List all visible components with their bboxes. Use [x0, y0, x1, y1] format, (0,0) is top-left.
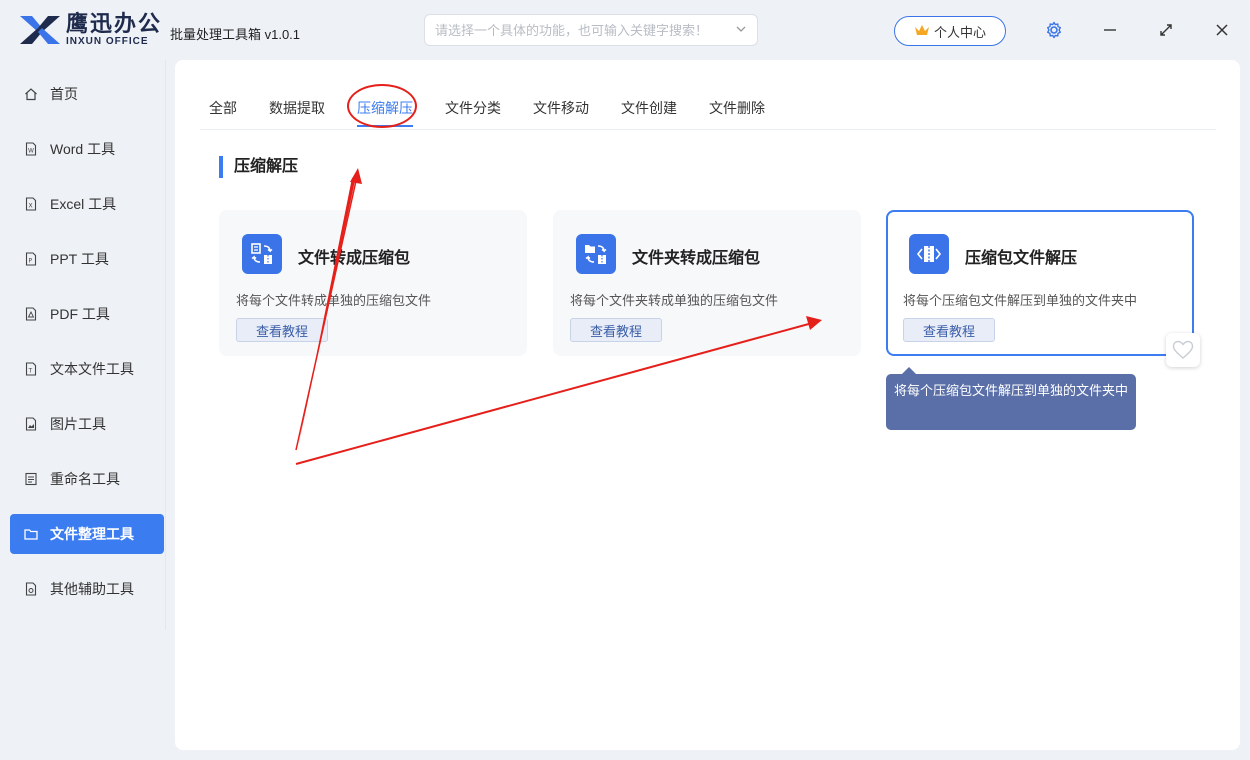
settings-gear-icon[interactable]: [1042, 18, 1066, 42]
user-center-button[interactable]: 个人中心: [894, 16, 1006, 46]
logo-mark-icon: [18, 12, 62, 48]
sidebar-item-label: PPT 工具: [50, 251, 109, 267]
image-file-icon: [24, 417, 38, 431]
card-folder-to-zip[interactable]: 文件夹转成压缩包 将每个文件夹转成单独的压缩包文件 查看教程: [553, 210, 861, 356]
tooltip: 将每个压缩包文件解压到单独的文件夹中: [886, 367, 1136, 430]
sidebar-item-label: 首页: [50, 86, 78, 102]
tab-data-extract[interactable]: 数据提取: [269, 98, 325, 118]
search-input[interactable]: [435, 22, 735, 38]
card-description: 将每个文件夹转成单独的压缩包文件: [570, 293, 779, 308]
view-tutorial-button[interactable]: 查看教程: [236, 318, 328, 342]
card-unzip[interactable]: 压缩包文件解压 将每个压缩包文件解压到单独的文件夹中 查看教程: [886, 210, 1194, 356]
sidebar-item-label: 其他辅助工具: [50, 581, 134, 597]
home-icon: [24, 87, 38, 101]
word-file-icon: W: [24, 142, 38, 156]
sidebar-item-rename[interactable]: 重命名工具: [10, 459, 164, 499]
tools-icon: [24, 582, 38, 596]
close-icon[interactable]: [1210, 18, 1234, 42]
sidebar-item-label: 重命名工具: [50, 471, 120, 487]
sidebar-item-word[interactable]: W Word 工具: [10, 129, 164, 169]
folder-to-zip-icon: [576, 234, 616, 274]
tab-file-classify[interactable]: 文件分类: [445, 98, 501, 118]
rename-icon: [24, 472, 38, 486]
card-description: 将每个文件转成单独的压缩包文件: [236, 293, 432, 308]
tab-all[interactable]: 全部: [209, 98, 237, 118]
chevron-down-icon[interactable]: [735, 23, 747, 38]
crown-icon: [914, 23, 930, 40]
app-title: 批量处理工具箱 v1.0.1: [170, 27, 301, 42]
tab-file-create[interactable]: 文件创建: [621, 98, 677, 118]
logo-cn-text: 鹰迅办公: [66, 11, 163, 36]
sidebar-item-label: Excel 工具: [50, 196, 117, 212]
card-title: 文件转成压缩包: [298, 250, 411, 267]
sidebar: 首页 W Word 工具 X Excel 工具 P PPT 工具 PDF 工具 …: [0, 60, 166, 630]
sidebar-item-label: 图片工具: [50, 416, 106, 432]
sidebar-item-label: 文件整理工具: [50, 526, 134, 542]
unzip-icon: [909, 234, 949, 274]
card-file-to-zip[interactable]: 文件转成压缩包 将每个文件转成单独的压缩包文件 查看教程: [219, 210, 527, 356]
search-box[interactable]: [424, 14, 758, 46]
card-title: 压缩包文件解压: [965, 250, 1078, 267]
sidebar-item-pdf[interactable]: PDF 工具: [10, 294, 164, 334]
svg-text:T: T: [28, 368, 33, 375]
user-center-label: 个人中心: [933, 24, 986, 40]
excel-file-icon: X: [24, 197, 38, 211]
section-title: 压缩解压: [219, 156, 298, 178]
card-title: 文件夹转成压缩包: [632, 250, 761, 267]
title-bar: 鹰迅办公 INXUN OFFICE 批量处理工具箱 v1.0.1 个人中心: [0, 0, 1250, 60]
card-description: 将每个压缩包文件解压到单独的文件夹中: [903, 293, 1138, 308]
view-tutorial-button[interactable]: 查看教程: [570, 318, 662, 342]
sidebar-item-text[interactable]: T 文本文件工具: [10, 349, 164, 389]
sidebar-item-image[interactable]: 图片工具: [10, 404, 164, 444]
sidebar-item-home[interactable]: 首页: [10, 74, 164, 114]
svg-text:P: P: [29, 258, 33, 265]
sidebar-item-excel[interactable]: X Excel 工具: [10, 184, 164, 224]
favorite-heart-icon[interactable]: [1166, 333, 1200, 367]
tab-file-delete[interactable]: 文件删除: [709, 98, 765, 118]
main-panel: 全部 数据提取 压缩解压 文件分类 文件移动 文件创建 文件删除 压缩解压 文件…: [175, 60, 1240, 750]
app-logo: 鹰迅办公 INXUN OFFICE: [18, 12, 162, 48]
ppt-file-icon: P: [24, 252, 38, 266]
sidebar-item-label: Word 工具: [50, 141, 116, 157]
sidebar-item-ppt[interactable]: P PPT 工具: [10, 239, 164, 279]
file-to-zip-icon: [242, 234, 282, 274]
sidebar-item-other[interactable]: 其他辅助工具: [10, 569, 164, 609]
svg-text:W: W: [28, 148, 34, 155]
logo-en-text: INXUN OFFICE: [66, 36, 149, 47]
tab-file-move[interactable]: 文件移动: [533, 98, 589, 118]
sidebar-item-label: PDF 工具: [50, 306, 110, 322]
text-file-icon: T: [24, 362, 38, 376]
pdf-file-icon: [24, 307, 38, 321]
view-tutorial-button[interactable]: 查看教程: [903, 318, 995, 342]
svg-text:X: X: [29, 203, 33, 210]
folder-icon: [24, 527, 38, 541]
sidebar-item-label: 文本文件工具: [50, 361, 134, 377]
sidebar-item-file-organize[interactable]: 文件整理工具: [10, 514, 164, 554]
maximize-icon[interactable]: [1154, 18, 1178, 42]
minimize-icon[interactable]: [1098, 18, 1122, 42]
annotation-circle: [347, 84, 417, 128]
